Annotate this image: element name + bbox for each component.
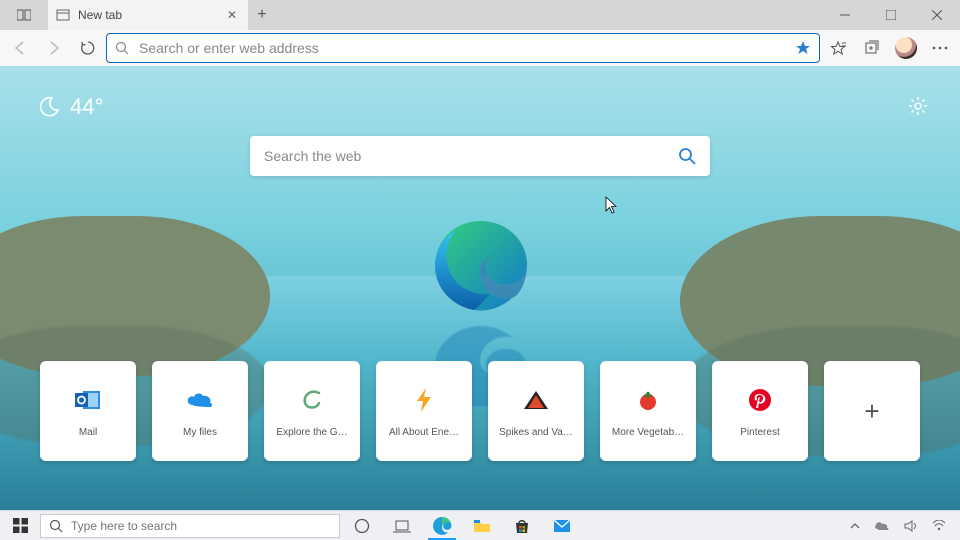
tab-label: New tab (78, 8, 122, 22)
bolt-icon (409, 385, 439, 415)
tab-close-icon[interactable]: ✕ (224, 7, 240, 23)
tab-actions-icon[interactable] (0, 0, 48, 30)
tile-explore[interactable]: Explore the G… (264, 361, 360, 461)
toolbar (0, 30, 960, 66)
plus-icon: + (864, 396, 879, 427)
mail-app-button[interactable] (542, 512, 582, 540)
address-input[interactable] (139, 40, 785, 56)
taskbar (0, 510, 960, 540)
tile-label: Pinterest (718, 427, 802, 438)
weather-widget[interactable]: 44° (38, 94, 103, 120)
tile-label: More Vegetab… (606, 427, 690, 438)
tomato-icon (633, 385, 663, 415)
tile-vegetables[interactable]: More Vegetab… (600, 361, 696, 461)
tile-energy[interactable]: All About Ene… (376, 361, 472, 461)
tile-label: My files (158, 427, 242, 438)
ntp-search-input[interactable] (264, 148, 678, 164)
tile-label: Spikes and Va… (494, 427, 578, 438)
favorites-button[interactable] (822, 32, 854, 64)
taskbar-search[interactable] (40, 514, 340, 538)
tile-spikes[interactable]: Spikes and Va… (488, 361, 584, 461)
explorer-app-button[interactable] (462, 512, 502, 540)
tile-pinterest[interactable]: Pinterest (712, 361, 808, 461)
tray-chevron-icon[interactable] (850, 522, 860, 530)
collections-button[interactable] (856, 32, 888, 64)
star-icon[interactable] (795, 40, 811, 56)
taskview-button[interactable] (382, 512, 422, 540)
tab-favicon-icon (56, 8, 70, 22)
onedrive-icon (185, 385, 215, 415)
search-icon (49, 519, 63, 533)
sound-tray-icon[interactable] (904, 520, 918, 532)
close-button[interactable] (914, 0, 960, 30)
wifi-tray-icon[interactable] (932, 520, 946, 531)
cortana-button[interactable] (342, 512, 382, 540)
start-button[interactable] (2, 518, 38, 533)
taskbar-apps (342, 512, 582, 540)
address-bar[interactable] (106, 33, 820, 63)
system-tray (850, 520, 958, 532)
back-button[interactable] (4, 32, 36, 64)
quick-links: Mail My files Explore the G… All About E… (0, 361, 960, 461)
minimize-button[interactable] (822, 0, 868, 30)
outlook-icon (73, 385, 103, 415)
add-tile-button[interactable]: + (824, 361, 920, 461)
weather-temp: 44° (70, 94, 103, 120)
cursor-icon (605, 196, 619, 214)
ntp-settings-button[interactable] (908, 96, 928, 116)
window-controls (822, 0, 960, 30)
maximize-button[interactable] (868, 0, 914, 30)
swirl-icon (297, 385, 327, 415)
triangle-icon (521, 385, 551, 415)
tile-mail[interactable]: Mail (40, 361, 136, 461)
pinterest-icon (745, 385, 775, 415)
search-icon[interactable] (678, 147, 696, 165)
edge-app-button[interactable] (422, 512, 462, 540)
forward-button[interactable] (38, 32, 70, 64)
onedrive-tray-icon[interactable] (874, 520, 890, 531)
more-button[interactable] (924, 32, 956, 64)
refresh-button[interactable] (72, 32, 104, 64)
tab-active[interactable]: New tab ✕ (48, 0, 248, 30)
taskbar-search-input[interactable] (71, 519, 331, 533)
search-icon (115, 41, 129, 55)
new-tab-page: 44° Mail My files (0, 66, 960, 510)
store-app-button[interactable] (502, 512, 542, 540)
tile-label: Explore the G… (270, 427, 354, 438)
moon-icon (38, 96, 60, 118)
tile-label: All About Ene… (382, 427, 466, 438)
tile-myfiles[interactable]: My files (152, 361, 248, 461)
profile-avatar[interactable] (890, 32, 922, 64)
edge-logo-icon (430, 216, 530, 316)
ntp-search-box[interactable] (250, 136, 710, 176)
tab-bar: New tab ✕ + (0, 0, 960, 30)
new-tab-button[interactable]: + (248, 0, 276, 30)
tile-label: Mail (46, 427, 130, 438)
